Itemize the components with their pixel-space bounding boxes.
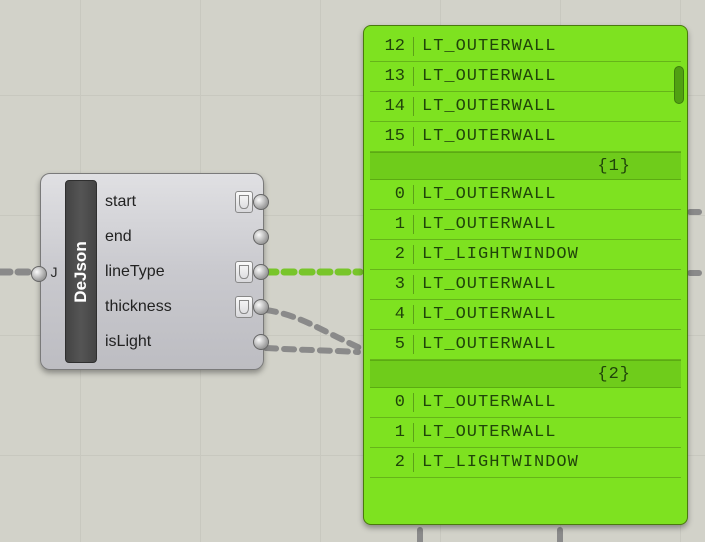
panel-row-value: LT_OUTERWALL	[414, 423, 556, 442]
panel-row-value: LT_OUTERWALL	[414, 127, 556, 146]
output-lineType: lineType	[99, 255, 259, 289]
panel-row-value: LT_LIGHTWINDOW	[414, 245, 579, 264]
panel-row-value: LT_OUTERWALL	[414, 37, 556, 56]
panel-row[interactable]: 14LT_OUTERWALL	[370, 92, 681, 122]
data-panel[interactable]: 12LT_OUTERWALL13LT_OUTERWALL14LT_OUTERWA…	[363, 25, 688, 525]
output-end: end	[99, 220, 259, 254]
output-isLight: isLight	[99, 325, 259, 359]
output-grip[interactable]	[253, 334, 269, 350]
panel-row-index: 3	[370, 275, 414, 294]
panel-row-value: LT_OUTERWALL	[414, 393, 556, 412]
panel-row[interactable]: 5LT_OUTERWALL	[370, 330, 681, 360]
panel-row[interactable]: 0LT_OUTERWALL	[370, 388, 681, 418]
panel-row-value: LT_OUTERWALL	[414, 305, 556, 324]
flatten-icon[interactable]	[235, 261, 253, 283]
panel-row[interactable]: 2LT_LIGHTWINDOW	[370, 240, 681, 270]
panel-row-index: 13	[370, 67, 414, 86]
output-grip[interactable]	[253, 299, 269, 315]
panel-row[interactable]: 0LT_OUTERWALL	[370, 180, 681, 210]
panel-row-index: 4	[370, 305, 414, 324]
panel-row-index: 5	[370, 335, 414, 354]
panel-row[interactable]: 12LT_OUTERWALL	[370, 32, 681, 62]
output-label: lineType	[99, 263, 235, 281]
output-label: start	[99, 193, 235, 211]
output-thickness: thickness	[99, 290, 259, 324]
panel-row[interactable]: 4LT_OUTERWALL	[370, 300, 681, 330]
output-grip[interactable]	[253, 264, 269, 280]
node-title: DeJson	[71, 241, 91, 302]
panel-row-value: LT_OUTERWALL	[414, 335, 556, 354]
panel-row-value: LT_OUTERWALL	[414, 275, 556, 294]
node-title-bar[interactable]: DeJson	[65, 180, 97, 363]
panel-row[interactable]: 1LT_OUTERWALL	[370, 418, 681, 448]
panel-row-value: LT_OUTERWALL	[414, 67, 556, 86]
panel-row[interactable]: 15LT_OUTERWALL	[370, 122, 681, 152]
dejson-node[interactable]: J DeJson start end lineType thickness isLigh…	[40, 173, 264, 370]
output-grip[interactable]	[253, 229, 269, 245]
panel-row-index: 0	[370, 185, 414, 204]
flatten-icon[interactable]	[235, 296, 253, 318]
panel-row-value: LT_OUTERWALL	[414, 215, 556, 234]
panel-row-index: 0	[370, 393, 414, 412]
panel-row-index: 2	[370, 453, 414, 472]
output-label: isLight	[99, 333, 259, 351]
panel-row-value: LT_LIGHTWINDOW	[414, 453, 579, 472]
panel-row-index: 14	[370, 97, 414, 116]
output-start: start	[99, 185, 259, 219]
output-label: end	[99, 228, 259, 246]
panel-row-index: 12	[370, 37, 414, 56]
panel-row-index: 15	[370, 127, 414, 146]
panel-path-header: {2}	[370, 360, 681, 388]
output-label: thickness	[99, 298, 235, 316]
panel-row-value: LT_OUTERWALL	[414, 97, 556, 116]
panel-row[interactable]: 1LT_OUTERWALL	[370, 210, 681, 240]
panel-row[interactable]: 2LT_LIGHTWINDOW	[370, 448, 681, 478]
panel-row-index: 1	[370, 423, 414, 442]
output-grip[interactable]	[253, 194, 269, 210]
panel-row-index: 2	[370, 245, 414, 264]
input-label: J	[45, 178, 63, 365]
panel-row[interactable]: 3LT_OUTERWALL	[370, 270, 681, 300]
flatten-icon[interactable]	[235, 191, 253, 213]
panel-row[interactable]: 13LT_OUTERWALL	[370, 62, 681, 92]
panel-path-header: {1}	[370, 152, 681, 180]
scrollbar-thumb[interactable]	[674, 66, 684, 104]
panel-row-index: 1	[370, 215, 414, 234]
panel-row-value: LT_OUTERWALL	[414, 185, 556, 204]
